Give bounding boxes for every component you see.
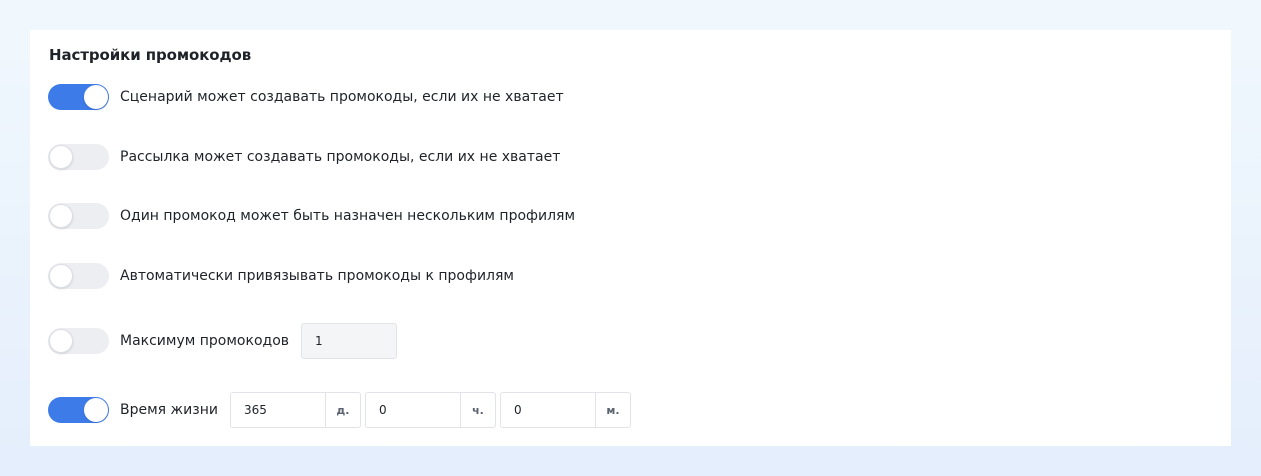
setting-row-scenario: Сценарий может создавать промокоды, если… (48, 79, 564, 115)
toggle-knob (84, 85, 108, 109)
multi-profile-toggle[interactable] (48, 203, 109, 229)
toggle-knob (49, 204, 73, 228)
setting-row-max-promocodes: Максимум промокодов (48, 323, 398, 359)
setting-label: Время жизни (120, 402, 218, 418)
lifetime-days-input[interactable] (230, 393, 326, 427)
setting-label: Максимум промокодов (120, 333, 290, 349)
setting-row-auto-bind: Автоматически привязывать промокоды к пр… (48, 258, 514, 294)
days-unit-label: д. (336, 403, 350, 417)
lifetime-days-group: д. (229, 392, 361, 428)
setting-row-lifetime: Время жизни д. ч. м. (48, 392, 631, 428)
section-title: Настройки промокодов (49, 46, 252, 64)
minutes-unit-label: м. (606, 403, 620, 417)
lifetime-minutes-input[interactable] (500, 393, 596, 427)
promo-settings-card: Настройки промокодов Сценарий может созд… (30, 30, 1231, 446)
toggle-knob (49, 329, 73, 353)
max-promocodes-toggle[interactable] (48, 328, 109, 354)
setting-label: Один промокод может быть назначен нескол… (120, 208, 576, 224)
scenario-create-toggle[interactable] (48, 84, 109, 110)
setting-row-mailing: Рассылка может создавать промокоды, если… (48, 139, 560, 175)
toggle-knob (84, 398, 108, 422)
auto-bind-toggle[interactable] (48, 263, 109, 289)
setting-label: Рассылка может создавать промокоды, если… (120, 149, 561, 165)
setting-label: Сценарий может создавать промокоды, если… (120, 89, 564, 105)
lifetime-toggle[interactable] (48, 397, 109, 423)
setting-label: Автоматически привязывать промокоды к пр… (120, 268, 514, 284)
hours-unit-label: ч. (472, 403, 484, 417)
lifetime-hours-input[interactable] (365, 393, 461, 427)
max-promocodes-input[interactable] (301, 323, 398, 359)
lifetime-hours-group: ч. (364, 392, 496, 428)
toggle-knob (49, 145, 73, 169)
lifetime-minutes-group: м. (499, 392, 631, 428)
mailing-create-toggle[interactable] (48, 144, 109, 170)
toggle-knob (49, 264, 73, 288)
setting-row-multi-profile: Один промокод может быть назначен нескол… (48, 198, 575, 234)
